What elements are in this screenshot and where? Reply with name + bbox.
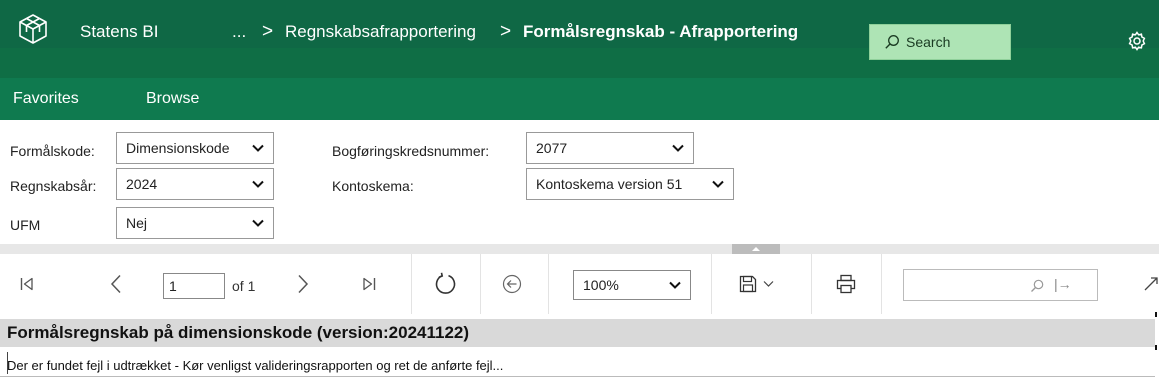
previous-page-icon[interactable]	[110, 274, 122, 294]
app-name[interactable]: Statens BI	[80, 22, 158, 42]
regnskabsaar-label: Regnskabsår:	[10, 178, 97, 194]
toolbar-separator	[411, 254, 412, 314]
breadcrumb-ellipsis[interactable]: ...	[232, 22, 246, 42]
chevron-up-icon	[752, 247, 760, 251]
collapse-parameters-toggle[interactable]	[732, 244, 780, 254]
report-title: Formålsregnskab på dimensionskode (versi…	[0, 319, 1155, 347]
chevron-down-icon[interactable]	[763, 280, 774, 288]
print-icon[interactable]	[836, 274, 856, 294]
app-header: Statens BI ... > Regnskabsafrapportering…	[0, 0, 1159, 78]
report-message: Der er fundet fejl i udtrækket - Kør ven…	[7, 358, 504, 373]
report-border	[0, 376, 1155, 377]
regnskabsaar-select[interactable]: 2024	[116, 168, 274, 200]
breadcrumb-parent[interactable]: Regnskabsafrapportering	[285, 22, 476, 42]
title-bar: Statens BI ... > Regnskabsafrapportering…	[0, 0, 1159, 60]
toolbar-separator	[811, 254, 812, 314]
nav-browse[interactable]: Browse	[146, 90, 199, 108]
breadcrumb-separator: >	[262, 21, 274, 42]
find-text-input[interactable]: |→	[903, 269, 1098, 301]
toolbar-separator	[881, 254, 882, 314]
chevron-down-icon	[672, 144, 684, 152]
kontoskema-label: Kontoskema:	[332, 178, 414, 194]
chevron-down-icon	[252, 219, 264, 227]
last-page-icon[interactable]	[362, 276, 376, 292]
save-icon[interactable]	[739, 275, 757, 293]
search-icon[interactable]	[1030, 279, 1044, 293]
chevron-down-icon	[712, 180, 724, 188]
ufm-label: UFM	[10, 217, 41, 233]
formaalskode-value: Dimensionskode	[126, 140, 230, 156]
toolbar-separator	[480, 254, 481, 314]
refresh-icon[interactable]	[434, 272, 458, 296]
report-corner-mark	[1155, 312, 1157, 317]
back-arrow-icon[interactable]	[502, 274, 522, 294]
breadcrumb-separator: >	[500, 21, 512, 42]
search-label: Search	[906, 34, 951, 50]
chevron-down-icon	[669, 281, 681, 289]
breadcrumb-current: Formålsregnskab - Afrapportering	[523, 22, 799, 41]
toolbar-separator	[711, 254, 712, 314]
page-count-label: of 1	[232, 278, 256, 294]
regnskabsaar-value: 2024	[126, 176, 158, 192]
report-parameters: Formålskode: Dimensionskode Bogføringskr…	[0, 120, 1159, 244]
ufm-value: Nej	[126, 215, 148, 231]
expand-icon[interactable]	[1143, 276, 1159, 292]
chevron-down-icon	[252, 180, 264, 188]
parameter-divider	[0, 244, 1159, 254]
next-page-icon[interactable]	[297, 274, 309, 294]
kontoskema-value: Kontoskema version 51	[536, 176, 683, 192]
search-box[interactable]: Search	[869, 24, 1011, 60]
search-icon	[885, 35, 899, 49]
bogforingskreds-select[interactable]: 2077	[526, 132, 694, 164]
find-next-button[interactable]: |→	[1054, 276, 1072, 292]
zoom-select[interactable]: 100%	[573, 270, 691, 300]
toolbar-separator	[548, 254, 549, 314]
page-number-value: 1	[169, 278, 177, 294]
ufm-select[interactable]: Nej	[116, 207, 274, 239]
bogforingskreds-label: Bogføringskredsnummer:	[332, 143, 490, 159]
report-corner-mark	[1155, 345, 1157, 350]
app-logo-icon[interactable]	[15, 11, 51, 47]
zoom-value: 100%	[583, 277, 619, 293]
report-toolbar: 1 of 1 100% |→	[0, 254, 1159, 314]
page-number-input[interactable]: 1	[163, 273, 225, 299]
nav-favorites[interactable]: Favorites	[13, 90, 79, 108]
nav-bar: Favorites Browse	[0, 78, 1159, 120]
first-page-icon[interactable]	[20, 276, 34, 292]
kontoskema-select[interactable]: Kontoskema version 51	[526, 168, 734, 200]
chevron-down-icon	[252, 144, 264, 152]
formaalskode-select[interactable]: Dimensionskode	[116, 132, 274, 164]
gear-icon[interactable]	[1126, 30, 1148, 52]
formaalskode-label: Formålskode:	[10, 143, 95, 159]
bogforingskreds-value: 2077	[536, 140, 568, 156]
